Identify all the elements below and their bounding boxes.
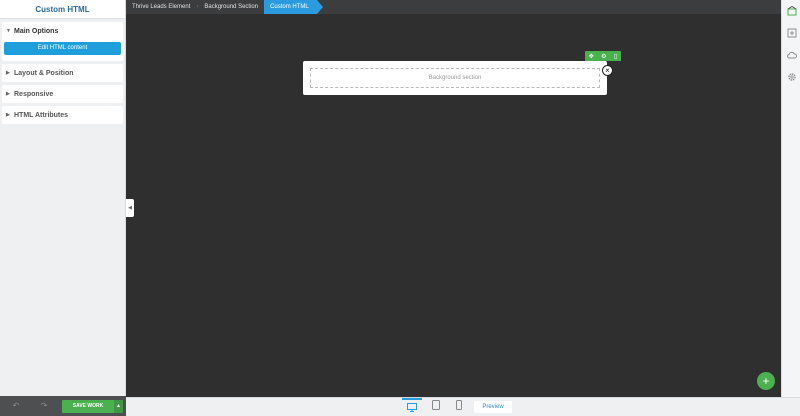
- preview-button[interactable]: Preview: [474, 401, 512, 413]
- left-sidebar: Custom HTML ▼ Main Options Edit HTML con…: [0, 0, 126, 416]
- save-options-chevron-icon[interactable]: ▲: [114, 400, 123, 413]
- cloud-icon[interactable]: [782, 44, 800, 66]
- panel-layout-position-label: Layout & Position: [14, 69, 74, 77]
- caret-right-icon: ▶: [6, 112, 10, 118]
- move-icon[interactable]: ✥: [589, 53, 594, 60]
- tablet-icon[interactable]: [426, 398, 446, 416]
- close-icon[interactable]: ×: [602, 65, 613, 76]
- redo-icon[interactable]: ↷: [36, 398, 52, 414]
- panel-html-attributes-header[interactable]: ▶ HTML Attributes: [2, 106, 123, 124]
- desktop-icon[interactable]: [402, 398, 422, 416]
- inbox-icon[interactable]: [782, 0, 800, 22]
- breadcrumb-item-background-section[interactable]: Background Section: [198, 0, 264, 14]
- breadcrumb: Thrive Leads Element › Background Sectio…: [126, 0, 781, 14]
- caret-down-icon: ▼: [6, 28, 11, 34]
- panel-responsive-label: Responsive: [14, 90, 54, 98]
- collapse-sidebar-handle[interactable]: ◀: [126, 199, 134, 217]
- settings-icon[interactable]: ⚙: [601, 53, 606, 60]
- device-bar: Preview: [126, 397, 800, 416]
- element-toolbar: ✥ ⚙ ▯: [585, 51, 621, 61]
- caret-right-icon: ▶: [6, 91, 10, 97]
- panel-responsive-header[interactable]: ▶ Responsive: [2, 85, 123, 103]
- panel-main-options: ▼ Main Options Edit HTML content: [2, 22, 123, 61]
- delete-icon[interactable]: ▯: [614, 53, 617, 60]
- panel-main-options-header[interactable]: ▼ Main Options: [2, 22, 123, 40]
- plus-square-icon[interactable]: [782, 22, 800, 44]
- background-section[interactable]: Background section: [303, 61, 607, 95]
- breadcrumb-item-thrive-leads[interactable]: Thrive Leads Element: [126, 0, 196, 14]
- panel-main-options-label: Main Options: [14, 27, 59, 35]
- panel-layout-position: ▶ Layout & Position: [2, 64, 123, 82]
- right-rail: [781, 0, 800, 416]
- panel-responsive: ▶ Responsive: [2, 85, 123, 103]
- panel-html-attributes: ▶ HTML Attributes: [2, 106, 123, 124]
- add-element-button[interactable]: +: [757, 372, 775, 390]
- caret-right-icon: ▶: [6, 70, 10, 76]
- sidebar-title: Custom HTML: [0, 0, 125, 19]
- sidebar-footer: ↶ ↷ SAVE WORK ▲: [0, 396, 126, 416]
- background-section-placeholder[interactable]: Background section: [310, 68, 600, 88]
- undo-icon[interactable]: ↶: [8, 398, 24, 414]
- edit-html-content-button[interactable]: Edit HTML content: [4, 42, 121, 55]
- save-work-button[interactable]: SAVE WORK: [62, 400, 114, 413]
- breadcrumb-item-custom-html[interactable]: Custom HTML: [264, 0, 323, 14]
- gear-icon[interactable]: [782, 66, 800, 88]
- panel-html-attributes-label: HTML Attributes: [14, 111, 69, 119]
- mobile-icon[interactable]: [449, 398, 469, 416]
- panel-layout-position-header[interactable]: ▶ Layout & Position: [2, 64, 123, 82]
